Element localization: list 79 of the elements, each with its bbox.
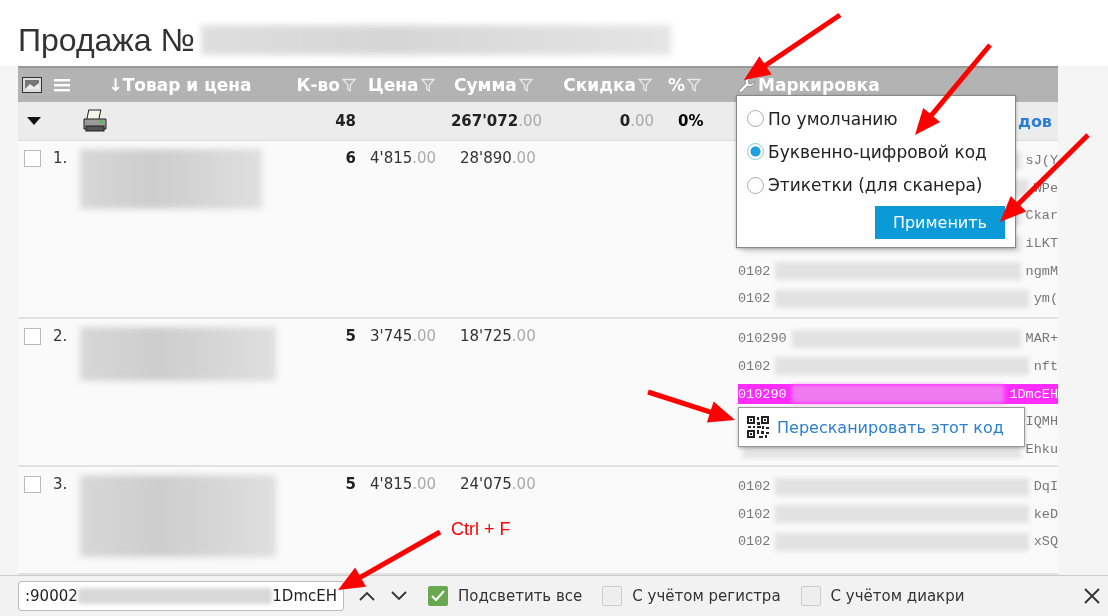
chevron-down-icon[interactable] <box>390 590 408 602</box>
code-text: 0102 <box>738 263 771 279</box>
column-header[interactable]: К-во <box>296 75 340 95</box>
total-percent: 0% <box>677 112 705 130</box>
checkbox[interactable] <box>800 586 821 606</box>
code-text: IQMH <box>1025 414 1058 430</box>
sum-cell-text: 24'075.00 <box>459 474 537 493</box>
checkbox[interactable] <box>602 586 623 606</box>
chevron-up-icon[interactable] <box>358 590 376 602</box>
total-discount: 0.00 <box>618 112 655 130</box>
menu-icon[interactable] <box>54 78 70 92</box>
radio-label[interactable]: Буквенно-цифровой код <box>768 142 987 162</box>
quantity-cell-text: 6 <box>344 148 357 167</box>
row-number: 2. <box>53 327 68 345</box>
filter-icon[interactable] <box>342 78 356 92</box>
sum-cell-text: 18'725.00 <box>459 326 537 345</box>
sum-cell-text: 28'890.00 <box>459 148 537 167</box>
code-text: 1DmcEH <box>1009 386 1058 402</box>
codes-link[interactable]: дов <box>1017 111 1052 131</box>
total-sum: 267'072.00 <box>449 112 543 130</box>
code-text: Ehku <box>1025 441 1058 457</box>
column-header[interactable]: Маркировка <box>758 75 880 95</box>
code-text: nft <box>1033 358 1058 374</box>
code-text: 0102 <box>738 358 771 374</box>
image-icon[interactable] <box>22 77 42 93</box>
code-text: Ckar <box>1025 208 1058 224</box>
code-text: DqI <box>1033 479 1058 495</box>
column-header[interactable]: Цена <box>368 75 419 95</box>
close-icon[interactable] <box>1084 588 1100 604</box>
radio-button[interactable] <box>747 143 764 161</box>
column-header[interactable]: Сумма <box>454 75 517 95</box>
price-cell-text: 3'745.00 <box>369 326 438 345</box>
code-text: ngmM <box>1025 263 1058 279</box>
wrench-icon[interactable] <box>738 76 756 94</box>
quantity-cell-text: 5 <box>344 474 357 493</box>
code-text: sJ(Y <box>1025 153 1058 169</box>
radio-button[interactable] <box>747 110 764 128</box>
annotation-text: Ctrl + F <box>451 519 511 540</box>
qr-code-icon <box>747 416 769 438</box>
filter-icon[interactable] <box>638 78 652 92</box>
checkbox-label[interactable]: С учётом регистра <box>632 587 781 605</box>
code-text: 0102 <box>738 506 771 522</box>
code-text: MAR+ <box>1025 331 1058 347</box>
code-text: 0102 <box>738 291 771 307</box>
code-text: iLKT <box>1025 236 1058 252</box>
caret-down-icon[interactable] <box>27 117 41 125</box>
row-number: 3. <box>53 475 68 493</box>
row-checkbox[interactable] <box>24 475 41 493</box>
filter-icon[interactable] <box>518 78 533 92</box>
price-cell-text: 4'815.00 <box>369 148 438 167</box>
column-header[interactable]: Скидка <box>563 75 636 95</box>
code-text: 010290 <box>738 386 787 402</box>
checkbox-label[interactable]: С учётом диакри <box>830 587 965 605</box>
find-field[interactable]: :90002 1DmcEH <box>18 581 344 611</box>
quantity-cell-text: 5 <box>344 326 357 345</box>
filter-icon[interactable] <box>687 78 702 92</box>
code-text: 0102 <box>738 534 771 550</box>
total-quantity: 48 <box>334 112 357 130</box>
row-checkbox[interactable] <box>24 327 41 345</box>
checkbox-label[interactable]: Подсветить все <box>458 587 583 605</box>
column-header[interactable]: % <box>668 75 686 95</box>
radio-button[interactable] <box>747 176 764 194</box>
printer-icon[interactable] <box>82 109 108 133</box>
row-number: 1. <box>53 149 68 167</box>
code-text: xSQ <box>1033 534 1058 550</box>
code-text: keD <box>1033 506 1058 522</box>
price-cell-text: 4'815.00 <box>369 474 438 493</box>
column-header[interactable]: ↓Товар и цена <box>108 75 252 95</box>
rescan-link[interactable]: Пересканировать этот код <box>777 417 1004 437</box>
checkbox[interactable] <box>428 586 448 606</box>
code-text: 010290 <box>738 331 787 347</box>
radio-label[interactable]: По умолчанию <box>768 108 898 129</box>
code-text: 0102 <box>738 479 771 495</box>
page-title: Продажа № <box>18 21 195 59</box>
apply-button[interactable]: Применить <box>874 206 1005 239</box>
code-text: ym( <box>1033 291 1058 307</box>
row-checkbox[interactable] <box>24 149 41 167</box>
filter-icon[interactable] <box>420 78 435 92</box>
radio-label[interactable]: Этикетки (для сканера) <box>768 175 983 196</box>
